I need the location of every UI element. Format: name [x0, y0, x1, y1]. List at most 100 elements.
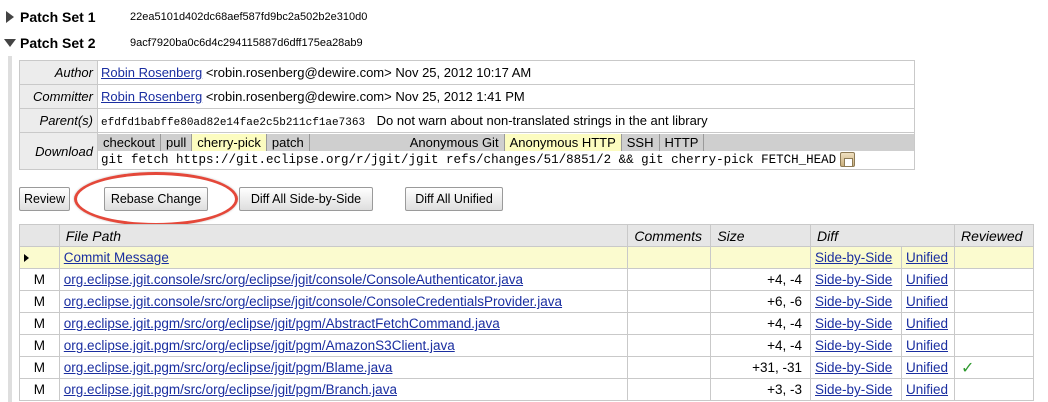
file-path-link[interactable]: org.eclipse.jgit.pgm/src/org/eclipse/jgi…	[64, 338, 455, 353]
reviewed-cell[interactable]: ✓	[953, 356, 1035, 379]
committer-label: Committer	[19, 84, 98, 109]
triangle-right-icon[interactable]	[2, 9, 18, 25]
side-by-side-cell: Side-by-Side	[810, 334, 902, 357]
commit-info-table: Author Robin Rosenberg <robin.rosenberg@…	[19, 60, 915, 170]
table-row[interactable]: M org.eclipse.jgit.pgm/src/org/eclipse/j…	[19, 378, 1035, 401]
file-path-link[interactable]: org.eclipse.jgit.console/src/org/eclipse…	[64, 272, 523, 287]
tab-anonymous-http[interactable]: Anonymous HTTP	[504, 133, 622, 151]
parents-value: efdfd1babffe80ad82e14fae2c5b211cf1ae7363…	[97, 108, 915, 133]
header-comments: Comments	[627, 224, 712, 247]
tab-anonymous-git[interactable]: Anonymous Git	[405, 133, 505, 151]
author-name-link[interactable]: Robin Rosenberg	[101, 65, 202, 80]
table-row[interactable]: M org.eclipse.jgit.console/src/org/eclip…	[19, 268, 1035, 291]
download-label: Download	[19, 132, 98, 170]
unified-cell: Unified	[900, 356, 955, 379]
file-mode: M	[19, 290, 60, 313]
table-row[interactable]: Commit Message Side-by-Side Unified	[19, 246, 1035, 269]
unified-cell: Unified	[900, 268, 955, 291]
download-command[interactable]: git fetch https://git.eclipse.org/r/jgit…	[101, 153, 836, 167]
reviewed-cell[interactable]	[953, 290, 1035, 313]
unified-link[interactable]: Unified	[906, 360, 948, 375]
side-by-side-link[interactable]: Side-by-Side	[815, 382, 892, 397]
file-path-cell: org.eclipse.jgit.console/src/org/eclipse…	[58, 268, 629, 291]
side-by-side-link[interactable]: Side-by-Side	[815, 272, 892, 287]
unified-cell: Unified	[900, 334, 955, 357]
diff-all-unified-button[interactable]: Diff All Unified	[405, 187, 503, 211]
reviewed-cell[interactable]	[953, 334, 1035, 357]
side-by-side-link[interactable]: Side-by-Side	[815, 360, 892, 375]
side-by-side-cell: Side-by-Side	[810, 268, 902, 291]
header-mode	[19, 224, 60, 247]
unified-link[interactable]: Unified	[906, 338, 948, 353]
side-by-side-cell: Side-by-Side	[810, 312, 902, 335]
comments-cell	[627, 246, 712, 269]
tab-ssh[interactable]: SSH	[622, 133, 660, 151]
table-row[interactable]: M org.eclipse.jgit.console/src/org/eclip…	[19, 290, 1035, 313]
unified-link[interactable]: Unified	[906, 272, 948, 287]
file-path-cell: org.eclipse.jgit.pgm/src/org/eclipse/jgi…	[58, 378, 629, 401]
file-mode: M	[19, 334, 60, 357]
file-path-link[interactable]: Commit Message	[64, 250, 169, 265]
file-path-link[interactable]: org.eclipse.jgit.console/src/org/eclipse…	[64, 294, 562, 309]
patch-set-1-header[interactable]: Patch Set 1 22ea5101d402dc68aef587fd9bc2…	[0, 6, 367, 28]
side-by-side-link[interactable]: Side-by-Side	[815, 316, 892, 331]
size-cell	[710, 246, 812, 269]
table-row[interactable]: M org.eclipse.jgit.pgm/src/org/eclipse/j…	[19, 334, 1035, 357]
tab-http[interactable]: HTTP	[660, 133, 705, 151]
comments-cell	[627, 312, 712, 335]
file-mode: M	[19, 378, 60, 401]
patch-set-2-hash: 9acf7920ba0c6d4c294115887d6dff175ea28ab9	[130, 37, 363, 49]
review-button[interactable]: Review	[19, 187, 70, 211]
patch-set-2-label[interactable]: Patch Set 2	[20, 35, 130, 51]
unified-link[interactable]: Unified	[906, 382, 948, 397]
comments-cell	[627, 290, 712, 313]
clipboard-icon[interactable]	[840, 152, 856, 167]
table-row[interactable]: M org.eclipse.jgit.pgm/src/org/eclipse/j…	[19, 356, 1035, 379]
side-by-side-link[interactable]: Side-by-Side	[815, 250, 892, 265]
parents-label: Parent(s)	[19, 108, 98, 133]
reviewed-cell[interactable]	[953, 268, 1035, 291]
file-path-link[interactable]: org.eclipse.jgit.pgm/src/org/eclipse/jgi…	[64, 360, 393, 375]
tab-checkout[interactable]: checkout	[98, 133, 162, 151]
tab-cherry-pick[interactable]: cherry-pick	[192, 133, 267, 151]
reviewed-cell[interactable]	[953, 246, 1035, 269]
comments-cell	[627, 334, 712, 357]
unified-link[interactable]: Unified	[906, 250, 948, 265]
diff-all-side-by-side-button[interactable]: Diff All Side-by-Side	[239, 187, 373, 211]
size-cell: +6, -6	[710, 290, 812, 313]
header-reviewed: Reviewed	[953, 224, 1035, 247]
size-cell: +3, -3	[710, 378, 812, 401]
file-path-cell: org.eclipse.jgit.pgm/src/org/eclipse/jgi…	[58, 312, 629, 335]
patch-set-2-header[interactable]: Patch Set 2 9acf7920ba0c6d4c294115887d6d…	[0, 32, 363, 54]
download-value: checkout pull cherry-pick patch Anonymou…	[97, 132, 915, 170]
unified-link[interactable]: Unified	[906, 294, 948, 309]
download-tabs-spacer	[310, 134, 405, 151]
file-mode: M	[19, 268, 60, 291]
unified-cell: Unified	[900, 246, 955, 269]
triangle-down-icon[interactable]	[2, 35, 18, 51]
author-label: Author	[19, 60, 98, 85]
header-file-path: File Path	[58, 224, 629, 247]
reviewed-cell[interactable]	[953, 312, 1035, 335]
file-path-link[interactable]: org.eclipse.jgit.pgm/src/org/eclipse/jgi…	[64, 382, 397, 397]
download-row: Download checkout pull cherry-pick patch…	[19, 132, 915, 170]
file-path-link[interactable]: org.eclipse.jgit.pgm/src/org/eclipse/jgi…	[64, 316, 500, 331]
table-row[interactable]: M org.eclipse.jgit.pgm/src/org/eclipse/j…	[19, 312, 1035, 335]
file-mode: M	[19, 312, 60, 335]
parent-message: Do not warn about non-translated strings…	[376, 112, 708, 128]
committer-name-link[interactable]: Robin Rosenberg	[101, 89, 202, 104]
parents-row: Parent(s) efdfd1babffe80ad82e14fae2c5b21…	[19, 108, 915, 133]
file-path-cell: org.eclipse.jgit.pgm/src/org/eclipse/jgi…	[58, 334, 629, 357]
tab-pull[interactable]: pull	[161, 133, 193, 151]
header-size: Size	[710, 224, 812, 247]
author-date: Nov 25, 2012 10:17 AM	[395, 65, 532, 80]
side-by-side-link[interactable]: Side-by-Side	[815, 294, 892, 309]
author-email: <robin.rosenberg@dewire.com>	[205, 65, 392, 80]
side-by-side-cell: Side-by-Side	[810, 378, 902, 401]
patch-set-1-label[interactable]: Patch Set 1	[20, 9, 130, 25]
tab-patch[interactable]: patch	[267, 133, 310, 151]
reviewed-cell[interactable]	[953, 378, 1035, 401]
unified-link[interactable]: Unified	[906, 316, 948, 331]
comments-cell	[627, 356, 712, 379]
side-by-side-link[interactable]: Side-by-Side	[815, 338, 892, 353]
